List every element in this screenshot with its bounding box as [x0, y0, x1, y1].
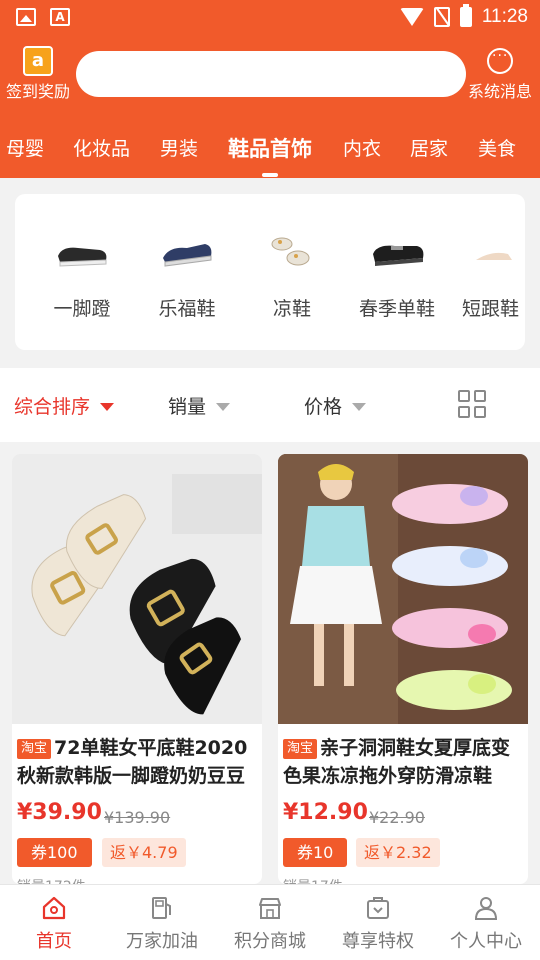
subcategory-label: 一脚蹬 [53, 298, 111, 320]
subcategory-label: 凉鞋 [272, 298, 311, 320]
sort-price[interactable]: 价格 [304, 392, 367, 419]
signin-reward-button[interactable]: a 签到奖励 [2, 46, 74, 102]
product-sales: 销量17件 [283, 876, 343, 884]
subcategory-label: 短跟鞋 [462, 298, 520, 320]
home-icon [41, 895, 67, 921]
sandal-icon [262, 226, 322, 276]
nav-home[interactable]: 首页 [0, 895, 108, 953]
low-heel-shoe-icon [472, 226, 525, 276]
coupon-badge[interactable]: 券10 [283, 838, 348, 867]
product-title: 淘宝 亲子洞洞鞋女夏厚底变色果冻凉拖外穿防滑凉鞋 [283, 734, 525, 790]
subcategory-label: 乐福鞋 [158, 298, 216, 320]
store-icon [257, 895, 283, 921]
coupon-badge[interactable]: 券100 [17, 838, 92, 867]
nav-points-mall[interactable]: 积分商城 [216, 895, 324, 953]
tab-baby[interactable]: 母婴 [6, 134, 44, 161]
spring-shoe-icon [367, 226, 427, 276]
product-image [278, 454, 528, 724]
no-sim-icon [433, 7, 450, 27]
nav-profile-label: 个人中心 [450, 931, 522, 952]
subcategory-item[interactable]: 乐福鞋 [137, 226, 237, 321]
sort-price-label: 价格 [304, 396, 343, 418]
tab-menswear[interactable]: 男装 [160, 134, 198, 161]
sort-sales[interactable]: 销量 [168, 392, 231, 419]
product-price: ¥12.90 [283, 800, 368, 825]
nav-home-label: 首页 [36, 931, 72, 952]
app-header: A 11:28 a 签到奖励 系统消息 母婴 化妆品 男装 鞋品首饰 内衣 居家… [0, 0, 540, 178]
bottom-nav: 首页 万家加油 积分商城 尊享特权 个人中心 [0, 884, 540, 960]
system-message-button[interactable]: 系统消息 [464, 48, 536, 102]
slip-on-shoe-icon [52, 226, 112, 276]
amazon-logo-icon: a [23, 46, 53, 76]
sort-comprehensive[interactable]: 综合排序 [14, 392, 115, 419]
app-notification-icon: A [50, 8, 70, 26]
chevron-down-icon [216, 402, 231, 411]
rebate-badge: 返￥2.32 [356, 838, 440, 867]
tab-food[interactable]: 美食 [478, 134, 516, 161]
subcategory-item[interactable]: 一脚蹬 [32, 226, 132, 321]
nav-gas-label: 万家加油 [126, 931, 198, 952]
tab-cosmetics[interactable]: 化妆品 [73, 134, 130, 161]
product-title: 淘宝 72单鞋女平底鞋2020秋新款韩版一脚蹬奶奶豆豆 [17, 734, 259, 790]
product-title-text: 亲子洞洞鞋女夏厚底变色果冻凉拖外穿防滑凉鞋 [283, 737, 511, 787]
chevron-down-icon [100, 402, 115, 411]
nav-profile[interactable]: 个人中心 [432, 895, 540, 953]
privilege-bag-icon [365, 895, 391, 921]
product-original-price: ¥139.90 [104, 808, 171, 827]
taobao-badge: 淘宝 [17, 739, 52, 759]
product-card[interactable]: 淘宝 亲子洞洞鞋女夏厚底变色果冻凉拖外穿防滑凉鞋 ¥12.90 ¥22.90 券1… [278, 454, 528, 884]
subcategory-item[interactable]: 凉鞋 [242, 226, 342, 321]
product-price: ¥39.90 [17, 800, 102, 825]
search-input[interactable] [76, 51, 466, 97]
tab-underwear[interactable]: 内衣 [343, 134, 381, 161]
chat-bubble-icon [487, 48, 513, 74]
signin-reward-label: 签到奖励 [5, 82, 70, 101]
subcategory-item[interactable]: 短跟鞋 [452, 226, 525, 321]
active-tab-indicator [262, 173, 278, 177]
tab-shoes-jewelry[interactable]: 鞋品首饰 [228, 133, 312, 163]
sort-comprehensive-label: 综合排序 [14, 396, 91, 418]
gas-station-icon [149, 895, 175, 921]
rebate-badge: 返￥4.79 [102, 838, 186, 867]
subcategory-item[interactable]: 春季单鞋 [347, 226, 447, 321]
product-card[interactable]: 淘宝 72单鞋女平底鞋2020秋新款韩版一脚蹬奶奶豆豆 ¥39.90 ¥139.9… [12, 454, 262, 884]
product-original-price: ¥22.90 [369, 808, 425, 827]
category-tabs: 母婴 化妆品 男装 鞋品首饰 内衣 居家 美食 [0, 130, 540, 178]
subcategory-card: 一脚蹬 乐福鞋 凉鞋 春季单鞋 短跟鞋 [15, 194, 525, 350]
nav-gas[interactable]: 万家加油 [108, 895, 216, 953]
status-bar: A 11:28 [0, 0, 540, 36]
tab-home[interactable]: 居家 [410, 134, 448, 161]
subcategory-label: 春季单鞋 [358, 298, 435, 320]
product-sales: 销量172件 [17, 876, 86, 884]
loafer-icon [157, 226, 217, 276]
grid-view-icon[interactable] [458, 390, 486, 418]
battery-icon [459, 4, 472, 27]
wifi-icon [399, 8, 424, 26]
nav-points-mall-label: 积分商城 [234, 931, 306, 952]
chevron-down-icon [352, 402, 367, 411]
status-time: 11:28 [481, 6, 528, 27]
gallery-notification-icon [16, 8, 36, 26]
product-image [12, 454, 262, 724]
nav-privilege[interactable]: 尊享特权 [324, 895, 432, 953]
sort-sales-label: 销量 [168, 396, 207, 418]
product-title-text: 72单鞋女平底鞋2020秋新款韩版一脚蹬奶奶豆豆 [17, 737, 248, 787]
taobao-badge: 淘宝 [283, 739, 318, 759]
system-message-label: 系统消息 [467, 82, 532, 101]
user-icon [473, 895, 499, 921]
nav-privilege-label: 尊享特权 [342, 931, 414, 952]
